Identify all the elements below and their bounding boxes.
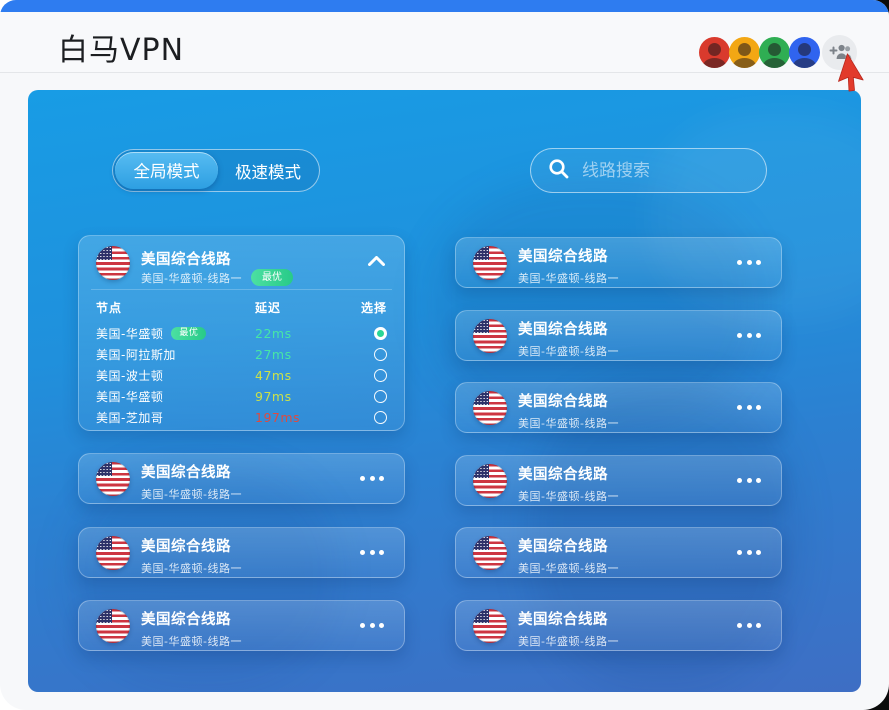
- node-name: 美国-芝加哥: [96, 411, 164, 425]
- node-name: 美国-波士顿: [96, 369, 164, 383]
- latency-value: 97ms: [255, 389, 292, 404]
- node-table-header: 节点 延迟 选择: [79, 290, 404, 318]
- node-name: 美国-阿拉斯加: [96, 348, 176, 362]
- node-row[interactable]: 美国-阿拉斯加 27ms: [79, 344, 404, 365]
- node-radio[interactable]: [374, 327, 387, 340]
- node-row[interactable]: 美国-华盛顿 97ms: [79, 386, 404, 407]
- node-table: 节点 延迟 选择 美国-华盛顿 最优 22ms 美国-阿拉斯加 27ms 美国-…: [79, 290, 404, 430]
- node-radio[interactable]: [374, 390, 387, 403]
- node-table-body: 美国-华盛顿 最优 22ms 美国-阿拉斯加 27ms 美国-波士顿 47ms …: [79, 318, 404, 428]
- mouse-cursor-icon: [836, 53, 888, 109]
- card-subtitle: 美国-华盛顿-线路一: [518, 490, 619, 503]
- more-options-button[interactable]: [360, 623, 384, 628]
- card-subtitle: 美国-华盛顿-线路一: [141, 271, 242, 285]
- us-flag-icon: [96, 536, 130, 570]
- line-card-expanded: 美国综合线路 美国-华盛顿-线路一 最优 节点 延迟 选择 美国-华盛顿 最优 …: [78, 235, 405, 431]
- card-subtitle: 美国-华盛顿-线路一: [518, 562, 619, 575]
- avatar[interactable]: [699, 37, 730, 68]
- more-options-button[interactable]: [737, 478, 761, 483]
- latency-value: 47ms: [255, 368, 292, 383]
- latency-value: 197ms: [255, 410, 301, 425]
- card-title: 美国综合线路: [141, 252, 231, 268]
- vpn-panel: 全局模式 极速模式 美国综合线路 美国-华盛顿-线路一 最优: [28, 90, 861, 692]
- card-title: 美国综合线路: [141, 465, 231, 481]
- node-row[interactable]: 美国-芝加哥 197ms: [79, 407, 404, 428]
- avatar[interactable]: [789, 37, 820, 68]
- us-flag-icon: [473, 609, 507, 643]
- node-row[interactable]: 美国-华盛顿 最优 22ms: [79, 323, 404, 344]
- us-flag-icon: [96, 462, 130, 496]
- mode-tabs: 全局模式 极速模式: [112, 149, 320, 192]
- collapse-button[interactable]: [364, 252, 388, 270]
- latency-value: 27ms: [255, 347, 292, 362]
- search-icon: [548, 158, 570, 184]
- line-card[interactable]: 美国综合线路 美国-华盛顿-线路一: [78, 600, 405, 651]
- card-title: 美国综合线路: [518, 394, 608, 410]
- chevron-up-icon: [367, 254, 385, 269]
- node-radio[interactable]: [374, 411, 387, 424]
- card-subtitle: 美国-华盛顿-线路一: [141, 635, 242, 648]
- card-title: 美国综合线路: [141, 612, 231, 628]
- node-row[interactable]: 美国-波士顿 47ms: [79, 365, 404, 386]
- line-card[interactable]: 美国综合线路 美国-华盛顿-线路一: [78, 453, 405, 504]
- us-flag-icon: [473, 391, 507, 425]
- line-card[interactable]: 美国综合线路 美国-华盛顿-线路一: [455, 600, 782, 651]
- best-badge: 最优: [171, 326, 207, 341]
- node-name: 美国-华盛顿: [96, 327, 164, 341]
- avatar[interactable]: [729, 37, 760, 68]
- col-latency: 延迟: [255, 300, 282, 315]
- col-select: 选择: [360, 300, 387, 315]
- best-badge: 最优: [250, 269, 293, 286]
- us-flag-icon: [96, 609, 130, 643]
- card-subtitle: 美国-华盛顿-线路一: [141, 488, 242, 501]
- more-options-button[interactable]: [737, 260, 761, 265]
- more-options-button[interactable]: [360, 476, 384, 481]
- line-search-box: [530, 148, 767, 193]
- avatar[interactable]: [759, 37, 790, 68]
- card-title: 美国综合线路: [518, 322, 608, 338]
- more-options-button[interactable]: [737, 405, 761, 410]
- more-options-button[interactable]: [737, 623, 761, 628]
- col-node: 节点: [96, 300, 123, 315]
- line-card[interactable]: 美国综合线路 美国-华盛顿-线路一: [78, 527, 405, 578]
- window-accent-bar: [0, 0, 889, 12]
- app-header: 白马VPN: [0, 12, 889, 73]
- latency-value: 22ms: [255, 326, 292, 341]
- card-subtitle: 美国-华盛顿-线路一: [518, 345, 619, 358]
- us-flag-icon: [96, 246, 130, 280]
- tab-fast-mode[interactable]: 极速模式: [218, 150, 318, 191]
- tab-global-mode[interactable]: 全局模式: [115, 151, 218, 189]
- card-title: 美国综合线路: [518, 612, 608, 628]
- us-flag-icon: [473, 319, 507, 353]
- node-radio[interactable]: [374, 348, 387, 361]
- card-title: 美国综合线路: [518, 249, 608, 265]
- card-subtitle: 美国-华盛顿-线路一: [518, 635, 619, 648]
- line-card[interactable]: 美国综合线路 美国-华盛顿-线路一: [455, 455, 782, 506]
- card-subtitle: 美国-华盛顿-线路一: [141, 562, 242, 575]
- card-subtitle: 美国-华盛顿-线路一: [518, 417, 619, 430]
- card-title: 美国综合线路: [141, 539, 231, 555]
- us-flag-icon: [473, 246, 507, 280]
- us-flag-icon: [473, 464, 507, 498]
- app-window: 白马VPN 全局模式 极速模式 线路搜索 美国综合线路 美国-华盛顿-线路一 最…: [0, 0, 889, 710]
- node-name: 美国-华盛顿: [96, 390, 164, 404]
- more-options-button[interactable]: [360, 550, 384, 555]
- worldmap-highlight: [651, 110, 861, 320]
- avatar-group: [699, 35, 857, 70]
- card-subtitle: 美国-华盛顿-线路一: [518, 272, 619, 285]
- node-radio[interactable]: [374, 369, 387, 382]
- line-card[interactable]: 美国综合线路 美国-华盛顿-线路一: [455, 527, 782, 578]
- card-subtitle-row: 美国-华盛顿-线路一 最优: [141, 269, 293, 286]
- more-options-button[interactable]: [737, 333, 761, 338]
- more-options-button[interactable]: [737, 550, 761, 555]
- app-title: 白马VPN: [58, 33, 185, 68]
- us-flag-icon: [473, 536, 507, 570]
- search-input[interactable]: [582, 160, 752, 181]
- line-card[interactable]: 美国综合线路 美国-华盛顿-线路一: [455, 237, 782, 288]
- line-card[interactable]: 美国综合线路 美国-华盛顿-线路一: [455, 310, 782, 361]
- card-title: 美国综合线路: [518, 539, 608, 555]
- line-card[interactable]: 美国综合线路 美国-华盛顿-线路一: [455, 382, 782, 433]
- card-title: 美国综合线路: [518, 467, 608, 483]
